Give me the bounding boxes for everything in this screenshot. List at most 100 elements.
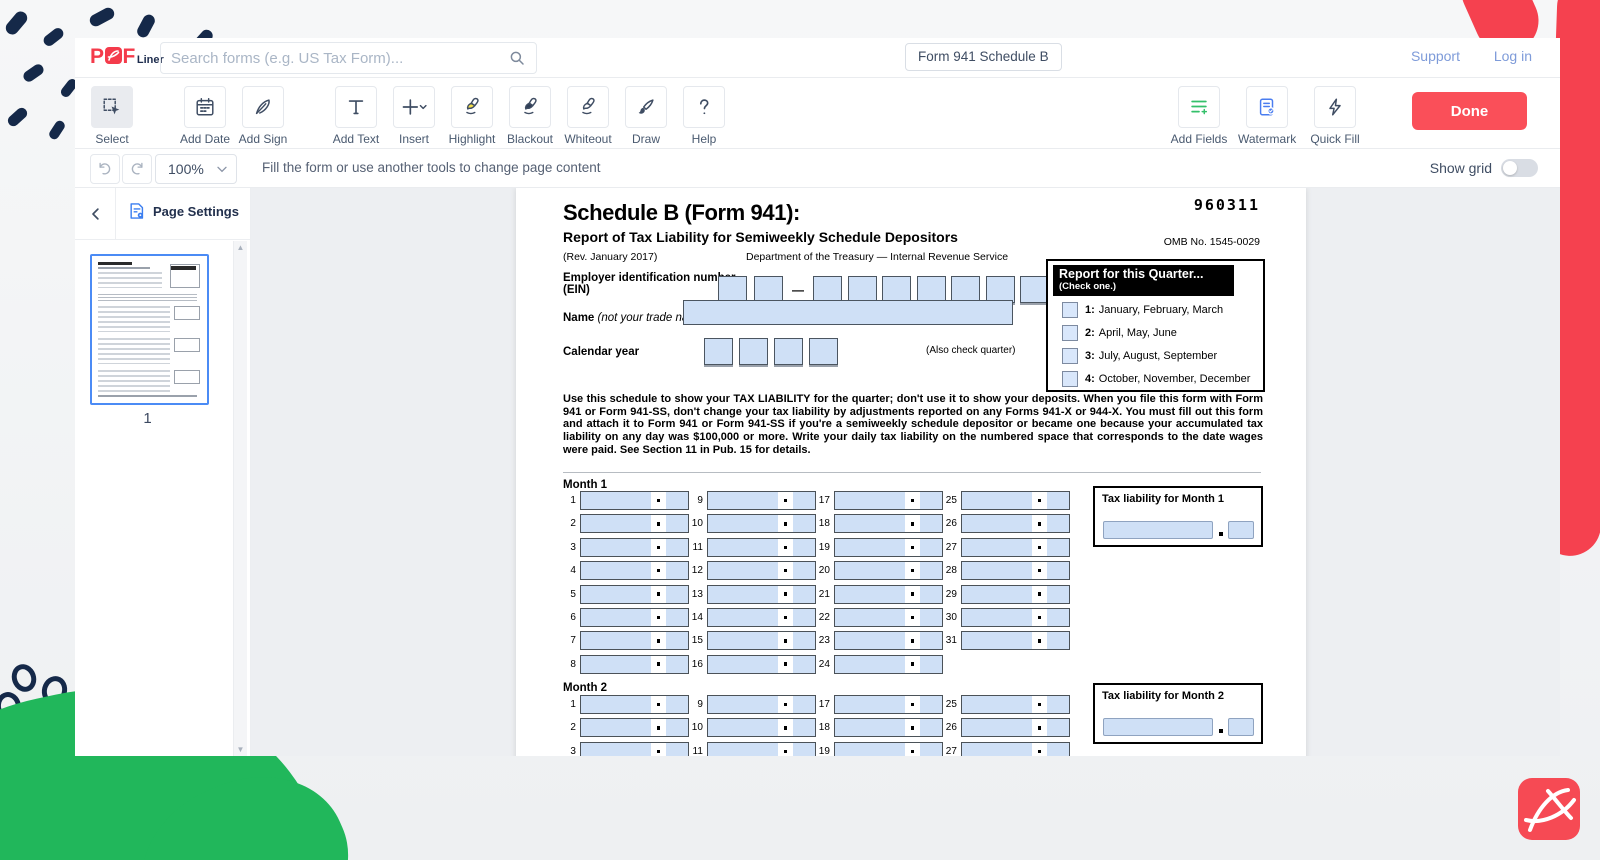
tool-add-text[interactable]: Add Text — [327, 78, 385, 146]
month1-day-7-amount-input[interactable] — [580, 631, 689, 650]
month1-day-20-amount-input[interactable] — [834, 561, 943, 580]
month2-day-9-amount-input[interactable] — [707, 695, 816, 714]
month1-day-12-amount-input[interactable] — [707, 561, 816, 580]
cents-field[interactable] — [920, 632, 942, 649]
ein-digit-1[interactable] — [718, 276, 747, 303]
dollars-field[interactable] — [835, 609, 905, 626]
done-button[interactable]: Done — [1412, 92, 1527, 130]
cents-field[interactable] — [666, 515, 688, 532]
month1-day-19-amount-input[interactable] — [834, 538, 943, 557]
month2-day-1-amount-input[interactable] — [580, 695, 689, 714]
pdfliner-logo[interactable]: P F Liner — [90, 45, 164, 69]
cents-field[interactable] — [920, 492, 942, 509]
quarter-3-checkbox[interactable] — [1062, 348, 1078, 364]
search-icon[interactable] — [508, 49, 526, 67]
month2-day-18-amount-input[interactable] — [834, 718, 943, 737]
tool-blackout[interactable]: Blackout — [501, 78, 559, 146]
search-input[interactable] — [161, 50, 508, 67]
cents-field[interactable] — [793, 656, 815, 673]
cents-field[interactable] — [793, 719, 815, 736]
dollars-field[interactable] — [835, 632, 905, 649]
dollars-field[interactable] — [581, 743, 651, 756]
month2-day-27-amount-input[interactable] — [961, 742, 1070, 756]
month1-day-15-amount-input[interactable] — [707, 631, 816, 650]
cents-field[interactable] — [666, 696, 688, 713]
dollars-field[interactable] — [835, 696, 905, 713]
dollars-field[interactable] — [835, 515, 905, 532]
ein-digit-7[interactable] — [951, 276, 980, 303]
month1-day-4-amount-input[interactable] — [580, 561, 689, 580]
month1-day-21-amount-input[interactable] — [834, 585, 943, 604]
dollars-field[interactable] — [962, 492, 1032, 509]
tool-whiteout[interactable]: Whiteout — [559, 78, 617, 146]
month1-day-14-amount-input[interactable] — [707, 608, 816, 627]
cents-field[interactable] — [666, 656, 688, 673]
month1-day-6-amount-input[interactable] — [580, 608, 689, 627]
dollars-field[interactable] — [962, 539, 1032, 556]
tool-highlight[interactable]: Highlight — [443, 78, 501, 146]
support-link[interactable]: Support — [1411, 48, 1460, 64]
month1-day-27-amount-input[interactable] — [961, 538, 1070, 557]
calendar-digit-3[interactable] — [774, 338, 803, 365]
tool-draw[interactable]: Draw — [617, 78, 675, 146]
cents-field[interactable] — [666, 586, 688, 603]
month1-day-30-amount-input[interactable] — [961, 608, 1070, 627]
ein-digit-8[interactable] — [986, 276, 1015, 303]
month1-day-16-amount-input[interactable] — [707, 655, 816, 674]
dollars-field[interactable] — [581, 539, 651, 556]
tool-add-fields[interactable]: Add Fields — [1170, 78, 1228, 146]
cents-field[interactable] — [920, 539, 942, 556]
dollars-field[interactable] — [708, 609, 778, 626]
cents-field[interactable] — [666, 609, 688, 626]
month1-day-5-amount-input[interactable] — [580, 585, 689, 604]
dollars-field[interactable] — [581, 719, 651, 736]
month2-day-17-amount-input[interactable] — [834, 695, 943, 714]
cents-field[interactable] — [1047, 586, 1069, 603]
month1-day-25-amount-input[interactable] — [961, 491, 1070, 510]
month2-tax-input[interactable] — [1103, 718, 1213, 736]
dollars-field[interactable] — [581, 656, 651, 673]
month2-day-19-amount-input[interactable] — [834, 742, 943, 756]
month1-day-17-amount-input[interactable] — [834, 491, 943, 510]
login-link[interactable]: Log in — [1494, 48, 1532, 64]
month2-day-25-amount-input[interactable] — [961, 695, 1070, 714]
cents-field[interactable] — [666, 719, 688, 736]
cents-field[interactable] — [1047, 515, 1069, 532]
dollars-field[interactable] — [962, 609, 1032, 626]
dollars-field[interactable] — [708, 562, 778, 579]
cents-field[interactable] — [793, 609, 815, 626]
cents-field[interactable] — [1047, 719, 1069, 736]
cents-field[interactable] — [1047, 632, 1069, 649]
cents-field[interactable] — [920, 586, 942, 603]
cents-field[interactable] — [920, 515, 942, 532]
cents-field[interactable] — [1047, 539, 1069, 556]
zoom-select[interactable]: 100% — [155, 154, 237, 184]
month1-day-10-amount-input[interactable] — [707, 514, 816, 533]
dollars-field[interactable] — [581, 492, 651, 509]
scroll-up-arrow[interactable]: ▲ — [234, 243, 247, 252]
dollars-field[interactable] — [835, 656, 905, 673]
tool-quick-fill[interactable]: Quick Fill — [1306, 78, 1364, 146]
month1-day-1-amount-input[interactable] — [580, 491, 689, 510]
ein-digit-4[interactable] — [848, 276, 877, 303]
dollars-field[interactable] — [835, 562, 905, 579]
cents-field[interactable] — [920, 743, 942, 756]
month2-day-3-amount-input[interactable] — [580, 742, 689, 756]
cents-field[interactable] — [666, 632, 688, 649]
ein-digit-2[interactable] — [754, 276, 783, 303]
calendar-digit-1[interactable] — [704, 338, 733, 365]
dollars-field[interactable] — [581, 609, 651, 626]
dollars-field[interactable] — [708, 632, 778, 649]
calendar-digit-2[interactable] — [739, 338, 768, 365]
tool-help[interactable]: Help — [675, 78, 733, 146]
dollars-field[interactable] — [962, 743, 1032, 756]
ein-digit-3[interactable] — [813, 276, 842, 303]
month1-day-26-amount-input[interactable] — [961, 514, 1070, 533]
dollars-field[interactable] — [581, 515, 651, 532]
tool-add-date[interactable]: Add Date — [176, 78, 234, 146]
cents-field[interactable] — [666, 492, 688, 509]
cents-field[interactable] — [1047, 743, 1069, 756]
show-grid-toggle[interactable] — [1501, 159, 1538, 177]
page-settings-button[interactable]: Page Settings — [127, 201, 239, 221]
dollars-field[interactable] — [708, 656, 778, 673]
